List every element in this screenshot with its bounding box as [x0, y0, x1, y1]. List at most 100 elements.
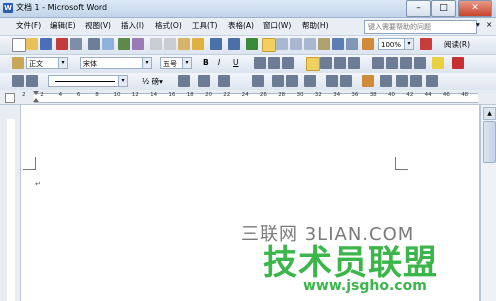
- ruler-tick-label: 26: [259, 92, 267, 98]
- styles-pane-icon[interactable]: [12, 57, 24, 69]
- document-page[interactable]: ↵ 三联网 3LIAN.COM 技术员联盟 www.jsgho.com: [21, 105, 479, 301]
- ruler-tick-label: 16: [168, 92, 176, 98]
- open-folder-icon[interactable]: [26, 38, 38, 50]
- cut-icon[interactable]: [150, 38, 162, 50]
- shading-color-icon[interactable]: [218, 75, 230, 87]
- highlight-icon[interactable]: [432, 57, 444, 69]
- undo-icon[interactable]: [210, 38, 222, 50]
- menu-table[interactable]: 表格(A): [228, 20, 254, 31]
- char-shading-icon[interactable]: [268, 57, 280, 69]
- menu-edit[interactable]: 编辑(E): [50, 20, 76, 31]
- menu-file[interactable]: 文件(F): [16, 20, 41, 31]
- ruler-tick-label: 20: [205, 92, 212, 98]
- eraser-icon[interactable]: [26, 75, 38, 87]
- decrease-indent-icon[interactable]: [400, 57, 412, 69]
- underline-button[interactable]: U: [233, 58, 239, 67]
- font-value: 宋体: [83, 60, 97, 68]
- ruler-tick-label: 2: [22, 92, 26, 98]
- tables-borders-icon[interactable]: [262, 38, 276, 52]
- menu-insert[interactable]: 插入(I): [121, 20, 144, 31]
- outside-border-icon[interactable]: [198, 75, 210, 87]
- horizontal-ruler[interactable]: 2 2 4 6 8 10 12 14 16 18 20 22 24 26 28 30 32 34 36 38 40 42 4…: [0, 90, 496, 105]
- draw-table-icon[interactable]: [12, 75, 24, 87]
- table-autoformat-icon[interactable]: [362, 75, 374, 87]
- text-direction-icon[interactable]: [380, 75, 392, 87]
- help-dropdown-icon[interactable]: ▾: [476, 20, 480, 29]
- columns-icon[interactable]: [304, 38, 316, 50]
- insert-table-icon[interactable]: [276, 38, 288, 50]
- redo-icon[interactable]: [228, 38, 240, 50]
- new-document-icon[interactable]: [12, 38, 26, 52]
- scroll-thumb[interactable]: [483, 121, 496, 163]
- show-hide-icon[interactable]: [346, 38, 358, 50]
- align-cell-icon[interactable]: [304, 75, 316, 87]
- drawing-icon[interactable]: [318, 38, 330, 50]
- document-map-icon[interactable]: [332, 38, 344, 50]
- help-icon[interactable]: [420, 38, 432, 50]
- ruler-tick-label: 4: [58, 92, 63, 98]
- bold-button[interactable]: B: [203, 58, 209, 67]
- menu-format[interactable]: 格式(O): [155, 20, 182, 31]
- merge-cells-icon[interactable]: [272, 75, 284, 87]
- line-style-select[interactable]: ▾: [48, 75, 128, 87]
- border-color-icon[interactable]: [178, 75, 190, 87]
- menu-tools[interactable]: 工具(T): [192, 20, 217, 31]
- insert-table-icon-2[interactable]: [252, 75, 264, 87]
- copy-icon[interactable]: [164, 38, 176, 50]
- save-icon[interactable]: [40, 38, 52, 50]
- font-size-select[interactable]: 五号 ▾: [160, 57, 192, 69]
- font-color-icon[interactable]: [452, 57, 464, 69]
- align-center-icon[interactable]: [320, 57, 332, 69]
- align-right-icon[interactable]: [334, 57, 346, 69]
- line-weight-select[interactable]: ½ 磅▾: [142, 76, 163, 87]
- paste-icon[interactable]: [178, 38, 190, 50]
- increase-indent-icon[interactable]: [414, 57, 426, 69]
- menu-view[interactable]: 视图(V): [85, 20, 111, 31]
- tab-selector-icon[interactable]: [5, 93, 15, 103]
- sort-descending-icon[interactable]: [410, 75, 422, 87]
- split-cells-icon[interactable]: [286, 75, 298, 87]
- insert-excel-icon[interactable]: [290, 38, 302, 50]
- numbering-icon[interactable]: [372, 57, 384, 69]
- justify-icon[interactable]: [348, 57, 360, 69]
- vertical-ruler[interactable]: [0, 105, 21, 301]
- autosum-icon[interactable]: [426, 75, 438, 87]
- first-line-indent-marker[interactable]: [33, 91, 39, 95]
- research-icon[interactable]: [132, 38, 144, 50]
- font-select[interactable]: 宋体 ▾: [80, 57, 152, 69]
- zoom-value: 100%: [381, 41, 402, 49]
- read-mode-button[interactable]: 阅读(R): [444, 39, 470, 50]
- italic-button[interactable]: I: [218, 58, 220, 67]
- hanging-indent-marker[interactable]: [33, 98, 39, 102]
- align-left-icon[interactable]: [306, 57, 320, 71]
- menu-window[interactable]: 窗口(W): [263, 20, 291, 31]
- scroll-up-icon[interactable]: ▲: [483, 107, 496, 120]
- doc-close-icon[interactable]: ×: [486, 20, 492, 29]
- format-painter-icon[interactable]: [192, 38, 204, 50]
- ruler-tick-label: 40: [388, 92, 395, 98]
- permission-icon[interactable]: [56, 38, 68, 50]
- ruler-tick-label: 24: [241, 92, 249, 98]
- spelling-icon[interactable]: [118, 38, 130, 50]
- char-scale-icon[interactable]: [282, 57, 294, 69]
- distribute-columns-icon[interactable]: [340, 75, 352, 87]
- email-icon[interactable]: [70, 38, 82, 50]
- distribute-rows-icon[interactable]: [326, 75, 338, 87]
- word-app-icon[interactable]: W: [3, 3, 13, 13]
- maximize-button[interactable]: □: [431, 0, 456, 17]
- ruler-tick-label: 14: [150, 92, 158, 98]
- print-preview-icon[interactable]: [102, 38, 114, 50]
- zoom-select[interactable]: 100% ▾: [378, 38, 414, 50]
- hyperlink-icon[interactable]: [246, 38, 258, 50]
- menu-help[interactable]: 帮助(H): [302, 20, 329, 31]
- style-select[interactable]: 正文 ▾: [26, 57, 68, 69]
- sort-ascending-icon[interactable]: [396, 75, 408, 87]
- print-icon[interactable]: [88, 38, 100, 50]
- char-border-icon[interactable]: [254, 57, 266, 69]
- help-search-input[interactable]: 键入需要帮助的问题: [364, 20, 477, 34]
- document-map-icon-2[interactable]: [362, 38, 374, 50]
- bullets-icon[interactable]: [386, 57, 398, 69]
- close-button[interactable]: ✕: [458, 0, 492, 17]
- vertical-scrollbar[interactable]: ▲: [480, 105, 496, 301]
- minimize-button[interactable]: –: [406, 0, 431, 17]
